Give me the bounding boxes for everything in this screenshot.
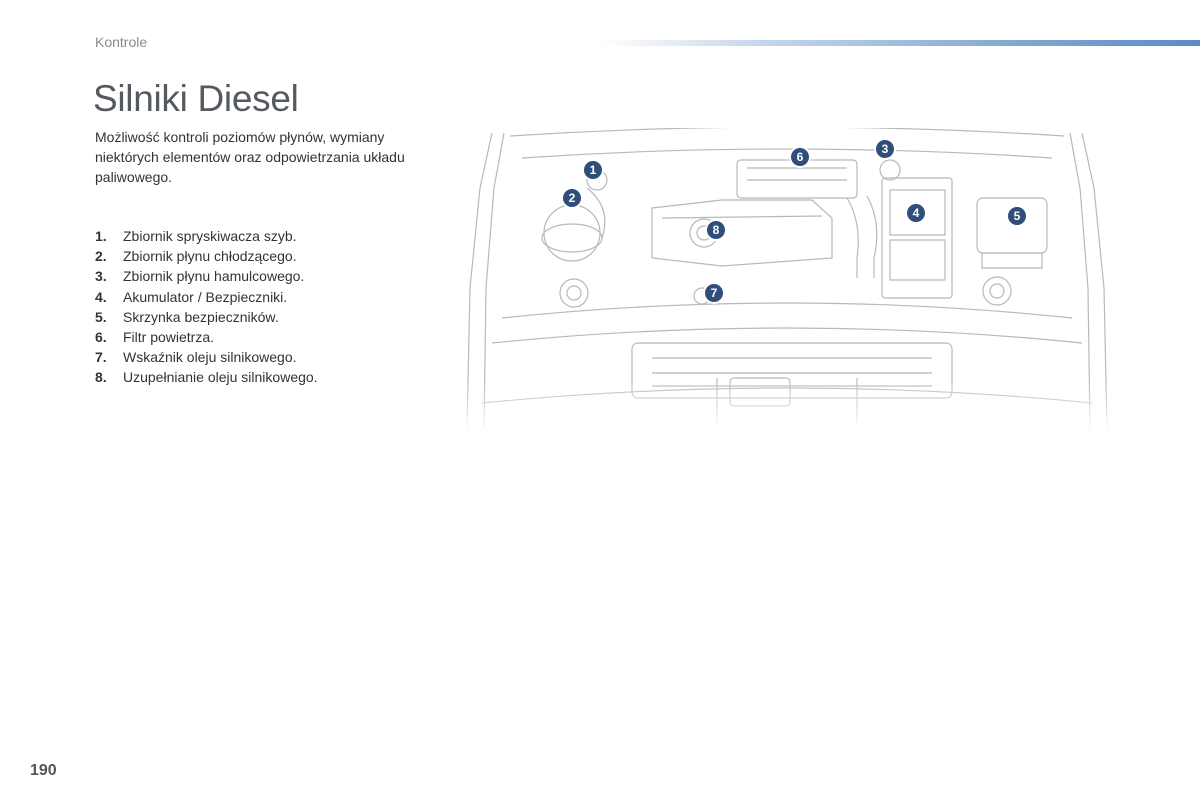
callout-1-label: 1 <box>590 163 597 177</box>
callout-8-label: 8 <box>713 223 720 237</box>
list-item: 7. Wskaźnik oleju silnikowego. <box>95 347 318 367</box>
item-number: 5. <box>95 308 107 325</box>
brake-fluid-reservoir <box>879 159 901 181</box>
parts-list: 1. Zbiornik spryskiwacza szyb. 2. Zbiornik… <box>95 226 318 388</box>
callout-3: 3 <box>874 138 896 160</box>
callout-7: 7 <box>703 282 725 304</box>
list-item: 2. Zbiornik płynu chłodzącego. <box>95 246 318 266</box>
right-strut-tower <box>982 276 1012 306</box>
item-label: Zbiornik płynu chłodzącego. <box>123 248 297 265</box>
callout-8: 8 <box>705 219 727 241</box>
item-number: 8. <box>95 369 107 386</box>
item-label: Uzupełnianie oleju silnikowego. <box>123 369 318 386</box>
callout-6: 6 <box>789 146 811 168</box>
header-bar <box>600 40 1200 46</box>
page-title: Silniki Diesel <box>93 78 299 119</box>
item-number: 3. <box>95 268 107 285</box>
section-label: Kontrole <box>95 34 148 50</box>
item-label: Wskaźnik oleju silnikowego. <box>123 349 297 366</box>
item-label: Zbiornik płynu hamulcowego. <box>123 268 305 285</box>
coolant-reservoir <box>543 204 601 262</box>
engine-bay-illustration: 1 2 3 4 5 6 7 8 <box>462 128 1112 434</box>
item-number: 7. <box>95 349 107 366</box>
item-label: Filtr powietrza. <box>123 329 215 346</box>
callout-2: 2 <box>561 187 583 209</box>
engine-cover <box>651 199 833 267</box>
item-label: Akumulator / Bezpieczniki. <box>123 288 288 305</box>
engine-bay-drawing: 1 2 3 4 5 6 7 8 <box>462 128 1112 434</box>
callout-6-label: 6 <box>797 150 804 164</box>
left-strut-tower <box>559 278 589 308</box>
callout-7-label: 7 <box>711 286 718 300</box>
intro-text: Możliwość kontroli poziomów płynów, wymi… <box>95 129 405 185</box>
list-item: 1. Zbiornik spryskiwacza szyb. <box>95 226 318 246</box>
list-item: 3. Zbiornik płynu hamulcowego. <box>95 266 318 286</box>
callout-5: 5 <box>1006 205 1028 227</box>
callout-3-label: 3 <box>882 142 889 156</box>
list-item: 8. Uzupełnianie oleju silnikowego. <box>95 367 318 387</box>
page-number: 190 <box>30 762 57 779</box>
item-number: 1. <box>95 228 107 244</box>
item-number: 2. <box>95 248 107 265</box>
item-label: Skrzynka bezpieczników. <box>123 308 279 325</box>
callout-4: 4 <box>905 202 927 224</box>
bottom-fade <box>462 378 1112 434</box>
list-item: 4. Akumulator / Bezpieczniki. <box>95 287 318 307</box>
callout-5-label: 5 <box>1014 209 1021 223</box>
callout-1: 1 <box>582 159 604 181</box>
callout-2-label: 2 <box>569 191 576 205</box>
callout-4-label: 4 <box>913 206 920 220</box>
item-label: Zbiornik spryskiwacza szyb. <box>123 228 297 244</box>
list-item: 6. Filtr powietrza. <box>95 327 318 347</box>
item-number: 4. <box>95 288 107 305</box>
list-item: 5. Skrzynka bezpieczników. <box>95 307 318 327</box>
item-number: 6. <box>95 329 107 346</box>
